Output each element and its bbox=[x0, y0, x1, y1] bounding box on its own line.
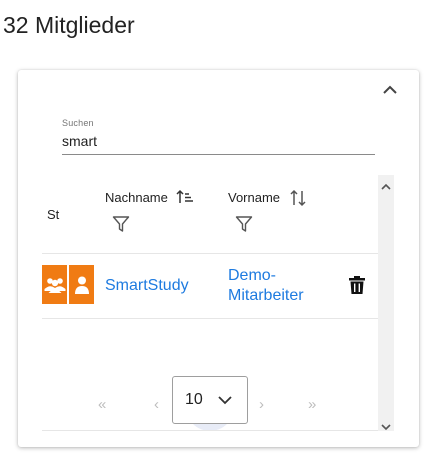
table-row[interactable]: SmartStudy Demo- Mitarbeiter bbox=[42, 254, 380, 319]
column-header-status: St bbox=[47, 207, 60, 222]
filter-lastname-icon[interactable] bbox=[112, 215, 130, 238]
status-icons bbox=[42, 265, 94, 304]
firstname-line-2: Mitarbeiter bbox=[228, 287, 304, 304]
scroll-down-arrow-icon[interactable] bbox=[381, 418, 391, 436]
trash-icon[interactable] bbox=[348, 275, 366, 300]
last-page-button[interactable]: » bbox=[308, 396, 316, 413]
members-card: Suchen St Nachname Vorname bbox=[18, 70, 419, 447]
scroll-up-arrow-icon[interactable] bbox=[381, 178, 391, 196]
person-icon bbox=[69, 265, 94, 304]
page-size-select[interactable]: 10 bbox=[172, 376, 248, 424]
page-title: 32 Mitglieder bbox=[3, 12, 135, 38]
divider bbox=[42, 430, 380, 431]
search-field: Suchen bbox=[62, 118, 375, 155]
firstname-line-1: Demo- bbox=[228, 267, 277, 284]
previous-page-button[interactable]: ‹ bbox=[154, 396, 159, 413]
page-size-value: 10 bbox=[185, 391, 203, 408]
sort-ascending-icon[interactable] bbox=[176, 189, 194, 210]
column-header-lastname[interactable]: Nachname bbox=[105, 190, 168, 205]
search-label: Suchen bbox=[62, 118, 94, 128]
lastname-link[interactable]: SmartStudy bbox=[105, 276, 189, 296]
sort-unsorted-icon[interactable] bbox=[289, 189, 307, 212]
filter-firstname-icon[interactable] bbox=[235, 215, 253, 238]
firstname-link[interactable]: Demo- Mitarbeiter bbox=[228, 266, 318, 306]
column-header-firstname[interactable]: Vorname bbox=[228, 190, 280, 205]
search-input[interactable] bbox=[62, 129, 375, 155]
group-icon bbox=[42, 265, 67, 304]
vertical-scrollbar[interactable] bbox=[378, 175, 394, 431]
first-page-button[interactable]: « bbox=[98, 396, 106, 413]
collapse-chevron-up-icon[interactable] bbox=[381, 83, 399, 97]
table-header: St Nachname Vorname bbox=[42, 175, 380, 254]
chevron-down-icon bbox=[217, 393, 233, 411]
next-page-button[interactable]: › bbox=[259, 396, 264, 413]
